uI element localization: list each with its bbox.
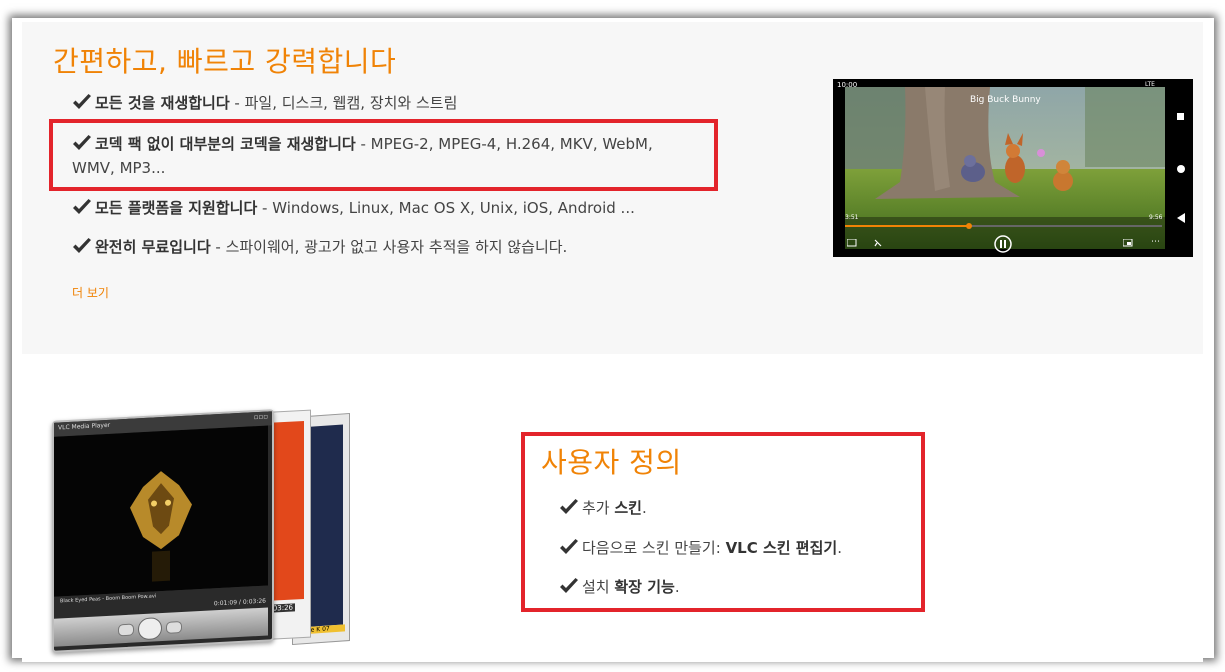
skin-prev-button[interactable] xyxy=(118,623,134,637)
check-icon xyxy=(73,94,91,109)
page: 간편하고, 빠르고 강력합니다 모든 것을 재생합니다 - 파일, 디스크, 웹… xyxy=(22,22,1203,662)
duration-time: 9:56 xyxy=(1149,214,1163,221)
skin-window-title: VLC Media Player xyxy=(58,421,111,432)
back-icon[interactable] xyxy=(1177,213,1185,223)
skin-time: 0:01:09 / 0:03:26 xyxy=(213,597,266,608)
feature-detail: - 파일, 디스크, 웹캠, 장치와 스트림 xyxy=(229,94,458,112)
feature-item-platforms: 모든 플랫폼을 지원합니다 - Windows, Linux, Mac OS X… xyxy=(72,196,635,220)
home-icon[interactable] xyxy=(1177,165,1185,173)
feature-detail: - Windows, Linux, Mac OS X, Unix, iOS, A… xyxy=(257,199,635,217)
pause-button[interactable] xyxy=(993,234,1013,254)
seek-bar-fill xyxy=(845,225,969,227)
skin-video-area xyxy=(54,425,268,597)
feature-bold: 완전히 무료입니다 xyxy=(95,238,211,256)
feature-bold: 모든 것을 재생합니다 xyxy=(95,94,230,112)
more-options-icon[interactable]: ⋯ xyxy=(1151,237,1160,247)
seek-bar[interactable] xyxy=(845,223,1162,229)
feature-detail: - 스파이웨어, 광고가 없고 사용자 추적을 하지 않습니다. xyxy=(210,238,568,256)
seek-handle[interactable] xyxy=(965,223,972,229)
movie-title: Big Buck Bunny xyxy=(970,95,1041,105)
pip-icon[interactable] xyxy=(1123,239,1133,247)
elapsed-time: 3:51 xyxy=(845,214,859,221)
feature-bold: 모든 플랫폼을 지원합니다 xyxy=(95,199,258,217)
rotate-icon[interactable] xyxy=(873,238,883,248)
more-link[interactable]: 더 보기 xyxy=(72,284,109,301)
highlight-box-codecs xyxy=(49,119,718,191)
feature-item-plays-everything: 모든 것을 재생합니다 - 파일, 디스크, 웹캠, 장치와 스트림 xyxy=(72,91,457,115)
check-icon xyxy=(73,238,91,253)
highlight-box-customize xyxy=(521,432,925,612)
skin-play-button[interactable] xyxy=(138,617,162,641)
video-list-icon[interactable] xyxy=(847,239,857,247)
status-time: 10:00 xyxy=(837,81,858,89)
skin-controls xyxy=(54,607,268,647)
check-icon xyxy=(73,199,91,214)
android-video-screenshot: 10:00 LTE Big Buck Bunny 3:51 9:56 ⋯ xyxy=(833,79,1193,257)
status-network: LTE xyxy=(1145,81,1155,88)
skin-next-button[interactable] xyxy=(166,621,182,634)
android-nav-bar xyxy=(1169,79,1193,257)
feature-item-free: 완전히 무료입니다 - 스파이웨어, 광고가 없고 사용자 추적을 하지 않습니… xyxy=(72,235,567,259)
recents-icon[interactable] xyxy=(1177,113,1184,120)
section-title-features: 간편하고, 빠르고 강력합니다 xyxy=(53,45,397,78)
vlc-skins-image: for The K 07 0:03:26 VLC Media Player ▫▫… xyxy=(52,407,352,653)
skin-window-controls: ▫▫▫ xyxy=(253,412,268,422)
skin-window-front: VLC Media Player ▫▫▫ Black Eyed Peas - B… xyxy=(52,409,274,653)
